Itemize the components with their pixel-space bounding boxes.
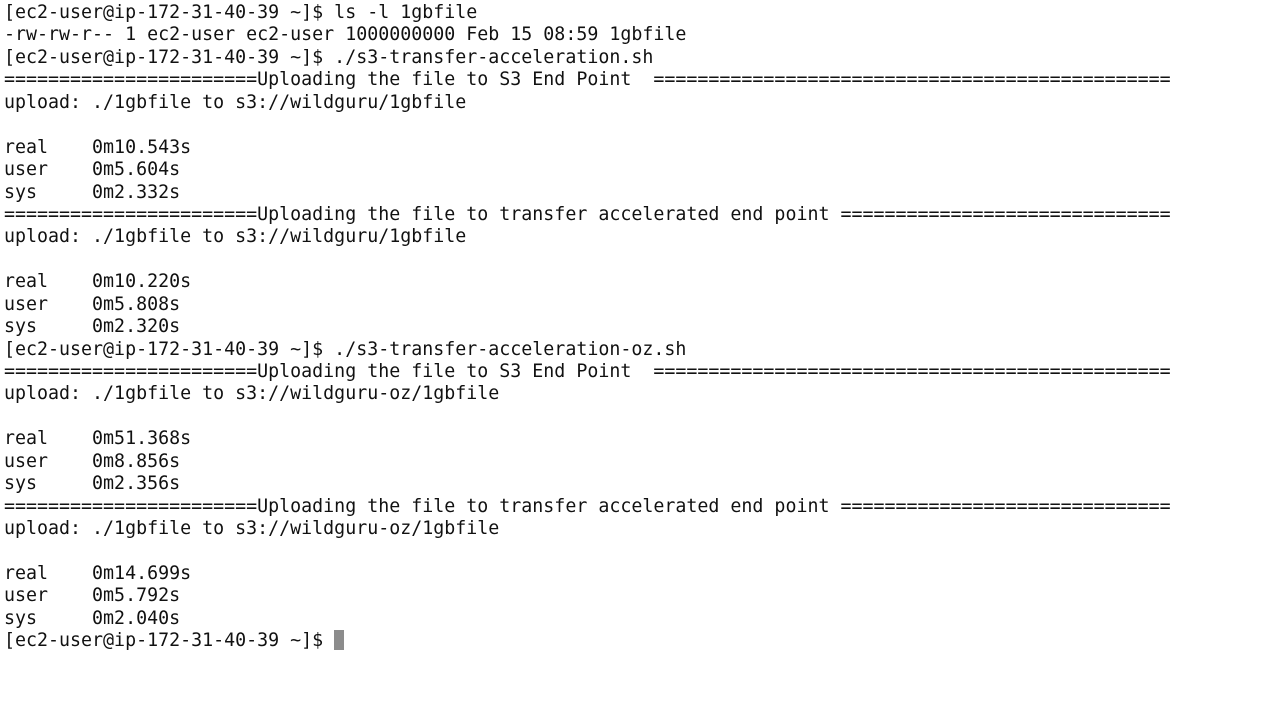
terminal-line: sys 0m2.320s: [4, 316, 181, 338]
terminal-line: user 0m8.856s: [4, 450, 181, 472]
terminal-line: =======================Uploading the fil…: [4, 361, 1171, 382]
terminal-line: upload: ./1gbfile to s3://wildguru/1gbfi…: [4, 91, 467, 113]
terminal-line: sys 0m2.356s: [4, 473, 181, 495]
terminal-line: real 0m14.699s: [4, 562, 192, 584]
terminal-window[interactable]: [ec2-user@ip-172-31-40-39 ~]$ ls -l 1gbf…: [0, 0, 1280, 720]
terminal-line: [ec2-user@ip-172-31-40-39 ~]$ ./s3-trans…: [4, 46, 654, 68]
terminal-line: real 0m10.543s: [4, 136, 192, 158]
terminal-line: sys 0m2.040s: [4, 607, 181, 629]
shell-prompt: [ec2-user@ip-172-31-40-39 ~]$: [4, 630, 335, 652]
terminal-line: upload: ./1gbfile to s3://wildguru/1gbfi…: [4, 226, 467, 248]
terminal-line: sys 0m2.332s: [4, 181, 181, 203]
terminal-line: user 0m5.604s: [4, 159, 181, 181]
terminal-line: upload: ./1gbfile to s3://wildguru-oz/1g…: [4, 383, 500, 405]
terminal-line: real 0m10.220s: [4, 271, 192, 293]
terminal-line: =======================Uploading the fil…: [4, 495, 1171, 517]
terminal-line: user 0m5.808s: [4, 293, 181, 315]
terminal-line: upload: ./1gbfile to s3://wildguru-oz/1g…: [4, 518, 500, 540]
terminal-line: user 0m5.792s: [4, 585, 181, 607]
terminal-line: [ec2-user@ip-172-31-40-39 ~]$ ls -l 1gbf…: [4, 2, 478, 23]
prompt-line[interactable]: [ec2-user@ip-172-31-40-39 ~]$: [4, 630, 1171, 652]
terminal-output: [ec2-user@ip-172-31-40-39 ~]$ ls -l 1gbf…: [4, 2, 1171, 653]
text-cursor: [334, 630, 345, 651]
terminal-line: =======================Uploading the fil…: [4, 203, 1171, 225]
terminal-line: =======================Uploading the fil…: [4, 69, 1171, 91]
terminal-line: [ec2-user@ip-172-31-40-39 ~]$ ./s3-trans…: [4, 338, 687, 360]
terminal-line: real 0m51.368s: [4, 428, 192, 450]
terminal-line: -rw-rw-r-- 1 ec2-user ec2-user 100000000…: [4, 24, 687, 46]
